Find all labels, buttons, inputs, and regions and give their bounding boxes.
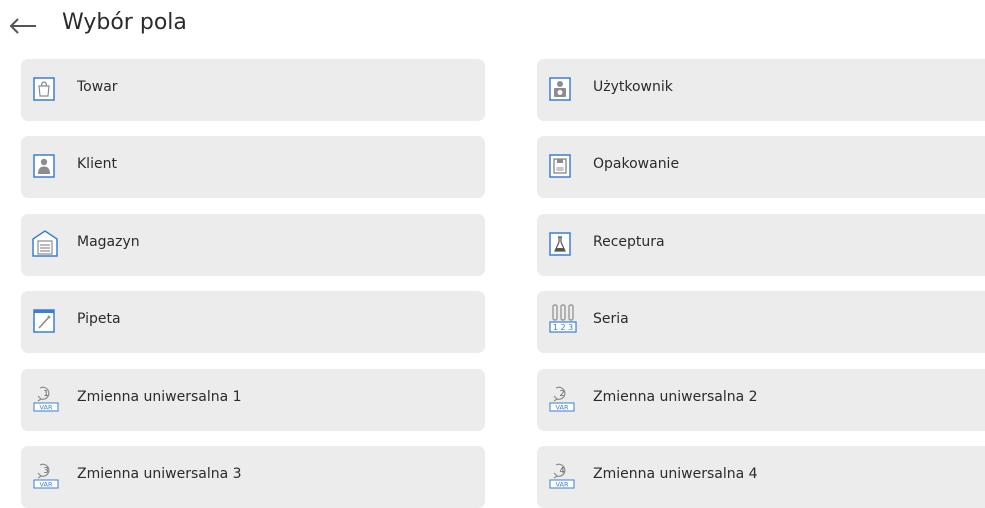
field-label: Zmienna uniwersalna 1 <box>77 389 242 405</box>
field-tile-uzytkownik[interactable]: Użytkownik <box>537 59 985 121</box>
field-label: Zmienna uniwersalna 4 <box>593 466 758 482</box>
field-label: Zmienna uniwersalna 3 <box>77 466 242 482</box>
pipette-icon <box>33 309 55 333</box>
field-tile-pipeta[interactable]: Pipeta <box>21 291 485 353</box>
field-tile-opakowanie[interactable]: Opakowanie <box>537 136 985 198</box>
var-badge: VAR <box>556 481 569 489</box>
warehouse-icon <box>31 228 59 258</box>
product-bag-icon <box>33 77 55 101</box>
var-badge: VAR <box>40 481 53 489</box>
series-digits: 1 2 3 <box>553 323 573 332</box>
field-label: Magazyn <box>77 234 140 250</box>
back-arrow-icon[interactable] <box>8 15 38 37</box>
field-tile-seria[interactable]: 1 2 3 Seria <box>537 291 985 353</box>
field-label: Pipeta <box>77 311 121 327</box>
universal-variable-1-icon: 1 VAR <box>33 382 59 412</box>
var-number: 4 <box>559 466 564 475</box>
field-tile-klient[interactable]: Klient <box>21 136 485 198</box>
field-label: Receptura <box>593 234 665 250</box>
field-tile-towar[interactable]: Towar <box>21 59 485 121</box>
field-tile-zmienna-uniwersalna-1[interactable]: 1 VAR Zmienna uniwersalna 1 <box>21 369 485 431</box>
page-title: Wybór pola <box>62 10 187 35</box>
field-label: Klient <box>77 156 117 172</box>
var-number: 2 <box>559 389 564 398</box>
client-person-icon <box>33 154 55 178</box>
field-label: Seria <box>593 311 629 327</box>
header-bar: Wybór pola <box>0 0 985 50</box>
var-badge: VAR <box>40 404 53 412</box>
field-label: Użytkownik <box>593 79 673 95</box>
field-selection-grid: Towar Użytkownik Klient Opakowanie Magaz… <box>21 59 985 508</box>
field-label: Zmienna uniwersalna 2 <box>593 389 758 405</box>
var-number: 3 <box>43 466 48 475</box>
field-label: Opakowanie <box>593 156 680 172</box>
universal-variable-4-icon: 4 VAR <box>549 459 575 489</box>
user-badge-icon <box>549 77 571 101</box>
field-tile-zmienna-uniwersalna-3[interactable]: 3 VAR Zmienna uniwersalna 3 <box>21 446 485 508</box>
universal-variable-3-icon: 3 VAR <box>33 459 59 489</box>
series-icon: 1 2 3 <box>549 304 577 334</box>
field-label: Towar <box>77 79 118 95</box>
recipe-flask-icon <box>549 232 571 256</box>
field-tile-magazyn[interactable]: Magazyn <box>21 214 485 276</box>
universal-variable-2-icon: 2 VAR <box>549 382 575 412</box>
packaging-icon <box>549 154 571 178</box>
field-tile-receptura[interactable]: Receptura <box>537 214 985 276</box>
field-tile-zmienna-uniwersalna-2[interactable]: 2 VAR Zmienna uniwersalna 2 <box>537 369 985 431</box>
field-tile-zmienna-uniwersalna-4[interactable]: 4 VAR Zmienna uniwersalna 4 <box>537 446 985 508</box>
var-number: 1 <box>43 389 48 398</box>
var-badge: VAR <box>556 404 569 412</box>
